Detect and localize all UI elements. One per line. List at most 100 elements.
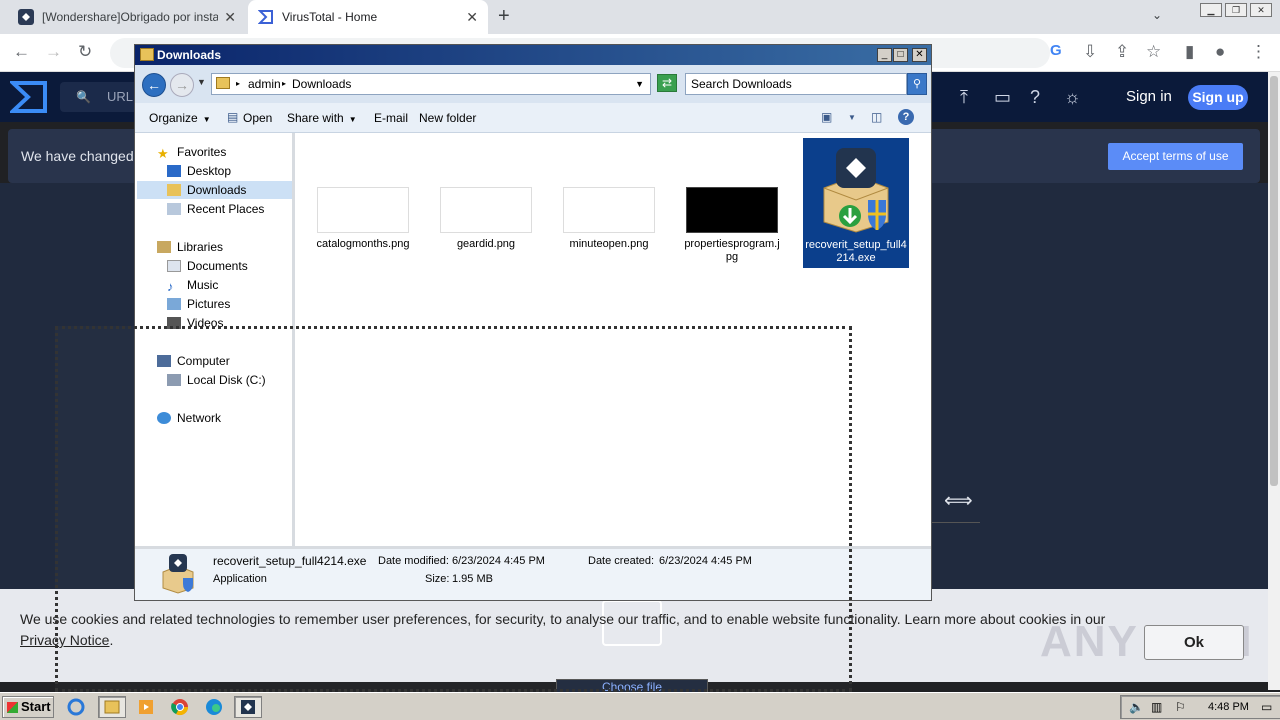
page-scrollbar[interactable] [1268, 72, 1280, 690]
share-icon[interactable]: ⇪ [1115, 42, 1129, 62]
file-item[interactable]: catalogmonths.png [313, 187, 413, 251]
size-value: 1.95 MB [452, 573, 493, 585]
menu-kebab-icon[interactable]: ⋮ [1250, 42, 1267, 62]
accept-terms-button[interactable]: Accept terms of use [1108, 143, 1243, 170]
nav-libraries[interactable]: Libraries [157, 240, 223, 254]
chrome-icon[interactable] [166, 696, 194, 718]
chevron-down-icon[interactable]: ▼ [635, 74, 644, 94]
nav-recent-places[interactable]: Recent Places [167, 202, 264, 216]
explorer-taskbar-icon[interactable] [98, 696, 126, 718]
side-panel-icon[interactable]: ▮ [1185, 42, 1194, 62]
bookmark-star-icon[interactable]: ☆ [1146, 42, 1161, 62]
chevron-down-icon[interactable]: ▼ [848, 113, 856, 122]
search-icon: 🔍 [76, 90, 91, 104]
google-icon[interactable]: G [1050, 42, 1062, 59]
reload-icon[interactable]: ↻ [78, 42, 92, 62]
new-tab-button[interactable]: + [498, 5, 510, 28]
volume-icon[interactable]: 🔈 [1129, 700, 1144, 714]
close-tab-icon[interactable]: ✕ [224, 9, 236, 26]
nav-downloads[interactable]: Downloads [167, 183, 246, 197]
close-button[interactable]: ✕ [912, 48, 927, 62]
tab-wondershare[interactable]: [Wondershare]Obrigado por instalar ✕ [8, 0, 246, 34]
videos-icon [167, 317, 181, 329]
chevron-right-icon[interactable]: ▸ [282, 74, 286, 94]
folder-icon [140, 48, 154, 61]
cookie-ok-button[interactable]: Ok [1144, 625, 1244, 660]
nav-favorites[interactable]: ★ Favorites [157, 145, 226, 161]
nav-documents[interactable]: Documents [167, 259, 248, 273]
nav-label: Music [187, 278, 219, 292]
divider [930, 522, 980, 523]
share-with-label: Share with [287, 111, 344, 125]
image-thumbnail [686, 187, 778, 233]
search-input[interactable]: 🔍 URL [60, 82, 140, 112]
new-folder-button[interactable]: New folder [419, 111, 476, 125]
breadcrumb-admin[interactable]: admin [248, 74, 281, 94]
forward-arrow-icon[interactable]: → [45, 42, 62, 62]
nav-label: Documents [187, 259, 248, 273]
upload-icon[interactable]: ⤒ [960, 87, 968, 108]
wondershare-icon [18, 9, 34, 25]
search-input[interactable]: Search Downloads [685, 73, 907, 95]
help-icon[interactable]: ? [1030, 87, 1040, 108]
chevron-right-icon[interactable]: ▸ [236, 74, 240, 94]
nav-music[interactable]: ♪ Music [167, 278, 219, 294]
breadcrumb[interactable]: ▸ admin ▸ Downloads ▼ [211, 73, 651, 95]
nav-computer[interactable]: Computer [157, 354, 230, 368]
file-item[interactable]: geardid.png [436, 187, 536, 251]
sign-up-button[interactable]: Sign up [1188, 85, 1248, 110]
change-view-icon[interactable]: ▣ [821, 110, 832, 124]
breadcrumb-downloads[interactable]: Downloads [292, 74, 351, 94]
open-button[interactable]: Open [243, 111, 272, 125]
file-item-selected[interactable]: recoverit_setup_full4214.exe [803, 138, 909, 268]
drive-icon [167, 374, 181, 386]
show-desktop-icon[interactable]: ▭ [1261, 700, 1272, 714]
help-icon[interactable]: ? [898, 109, 914, 125]
forward-arrow-icon[interactable]: → [170, 73, 194, 97]
maximize-button[interactable]: ❐ [1225, 3, 1247, 17]
choose-file-button[interactable]: Choose file [556, 679, 708, 692]
sign-in-link[interactable]: Sign in [1126, 88, 1172, 105]
action-center-flag-icon[interactable]: ⚐ [1175, 700, 1186, 714]
close-tab-icon[interactable]: ✕ [466, 9, 478, 26]
search-icon[interactable]: ⚲ [907, 73, 927, 95]
privacy-notice-link[interactable]: Privacy Notice [20, 632, 109, 648]
nav-desktop[interactable]: Desktop [167, 164, 231, 178]
wondershare-taskbar-icon[interactable] [234, 696, 262, 718]
profile-avatar-icon[interactable]: ● [1215, 42, 1225, 62]
back-arrow-icon[interactable]: ← [142, 73, 166, 97]
chat-icon[interactable]: ▭ [994, 87, 1011, 108]
tab-virustotal[interactable]: VirusTotal - Home ✕ [248, 0, 488, 34]
email-button[interactable]: E-mail [374, 111, 408, 125]
recent-pages-chevron-icon[interactable]: ▼ [197, 77, 206, 87]
nav-network[interactable]: Network [157, 411, 221, 425]
network-tray-icon[interactable]: ▥ [1151, 700, 1162, 714]
refresh-icon[interactable]: ⇄ [657, 74, 677, 92]
virustotal-logo-icon[interactable] [10, 80, 48, 114]
minimize-button[interactable]: ▁ [1200, 3, 1222, 17]
fingerprint-icon[interactable]: ⟺ [944, 488, 973, 513]
scrollbar-thumb[interactable] [1270, 76, 1278, 486]
file-item[interactable]: minuteopen.png [559, 187, 659, 251]
edge-icon[interactable] [200, 696, 228, 718]
internet-explorer-icon[interactable] [62, 696, 90, 718]
nav-pictures[interactable]: Pictures [167, 297, 230, 311]
media-player-icon[interactable] [132, 696, 160, 718]
install-app-icon[interactable]: ⇩ [1083, 42, 1097, 62]
tab-search-chevron-icon[interactable]: ⌄ [1152, 8, 1162, 22]
minimize-button[interactable]: _ [877, 48, 892, 62]
cookie-text: We use cookies and related technologies … [20, 609, 1120, 651]
share-with-button[interactable]: Share with ▼ [287, 111, 357, 125]
preview-pane-icon[interactable]: ◫ [871, 110, 882, 124]
theme-toggle-icon[interactable]: ☼ [1064, 87, 1081, 108]
file-item[interactable]: propertiesprogram.jpg [682, 187, 782, 264]
nav-local-disk[interactable]: Local Disk (C:) [167, 373, 266, 387]
organize-button[interactable]: Organize ▼ [149, 111, 211, 125]
explorer-title-bar[interactable]: Downloads _ □ ✕ [135, 45, 931, 65]
start-button[interactable]: Start [2, 696, 54, 718]
back-arrow-icon[interactable]: ← [13, 42, 30, 62]
close-window-button[interactable]: ✕ [1250, 3, 1272, 17]
maximize-button[interactable]: □ [893, 48, 908, 62]
nav-videos[interactable]: Videos [167, 316, 223, 330]
image-thumbnail [563, 187, 655, 233]
